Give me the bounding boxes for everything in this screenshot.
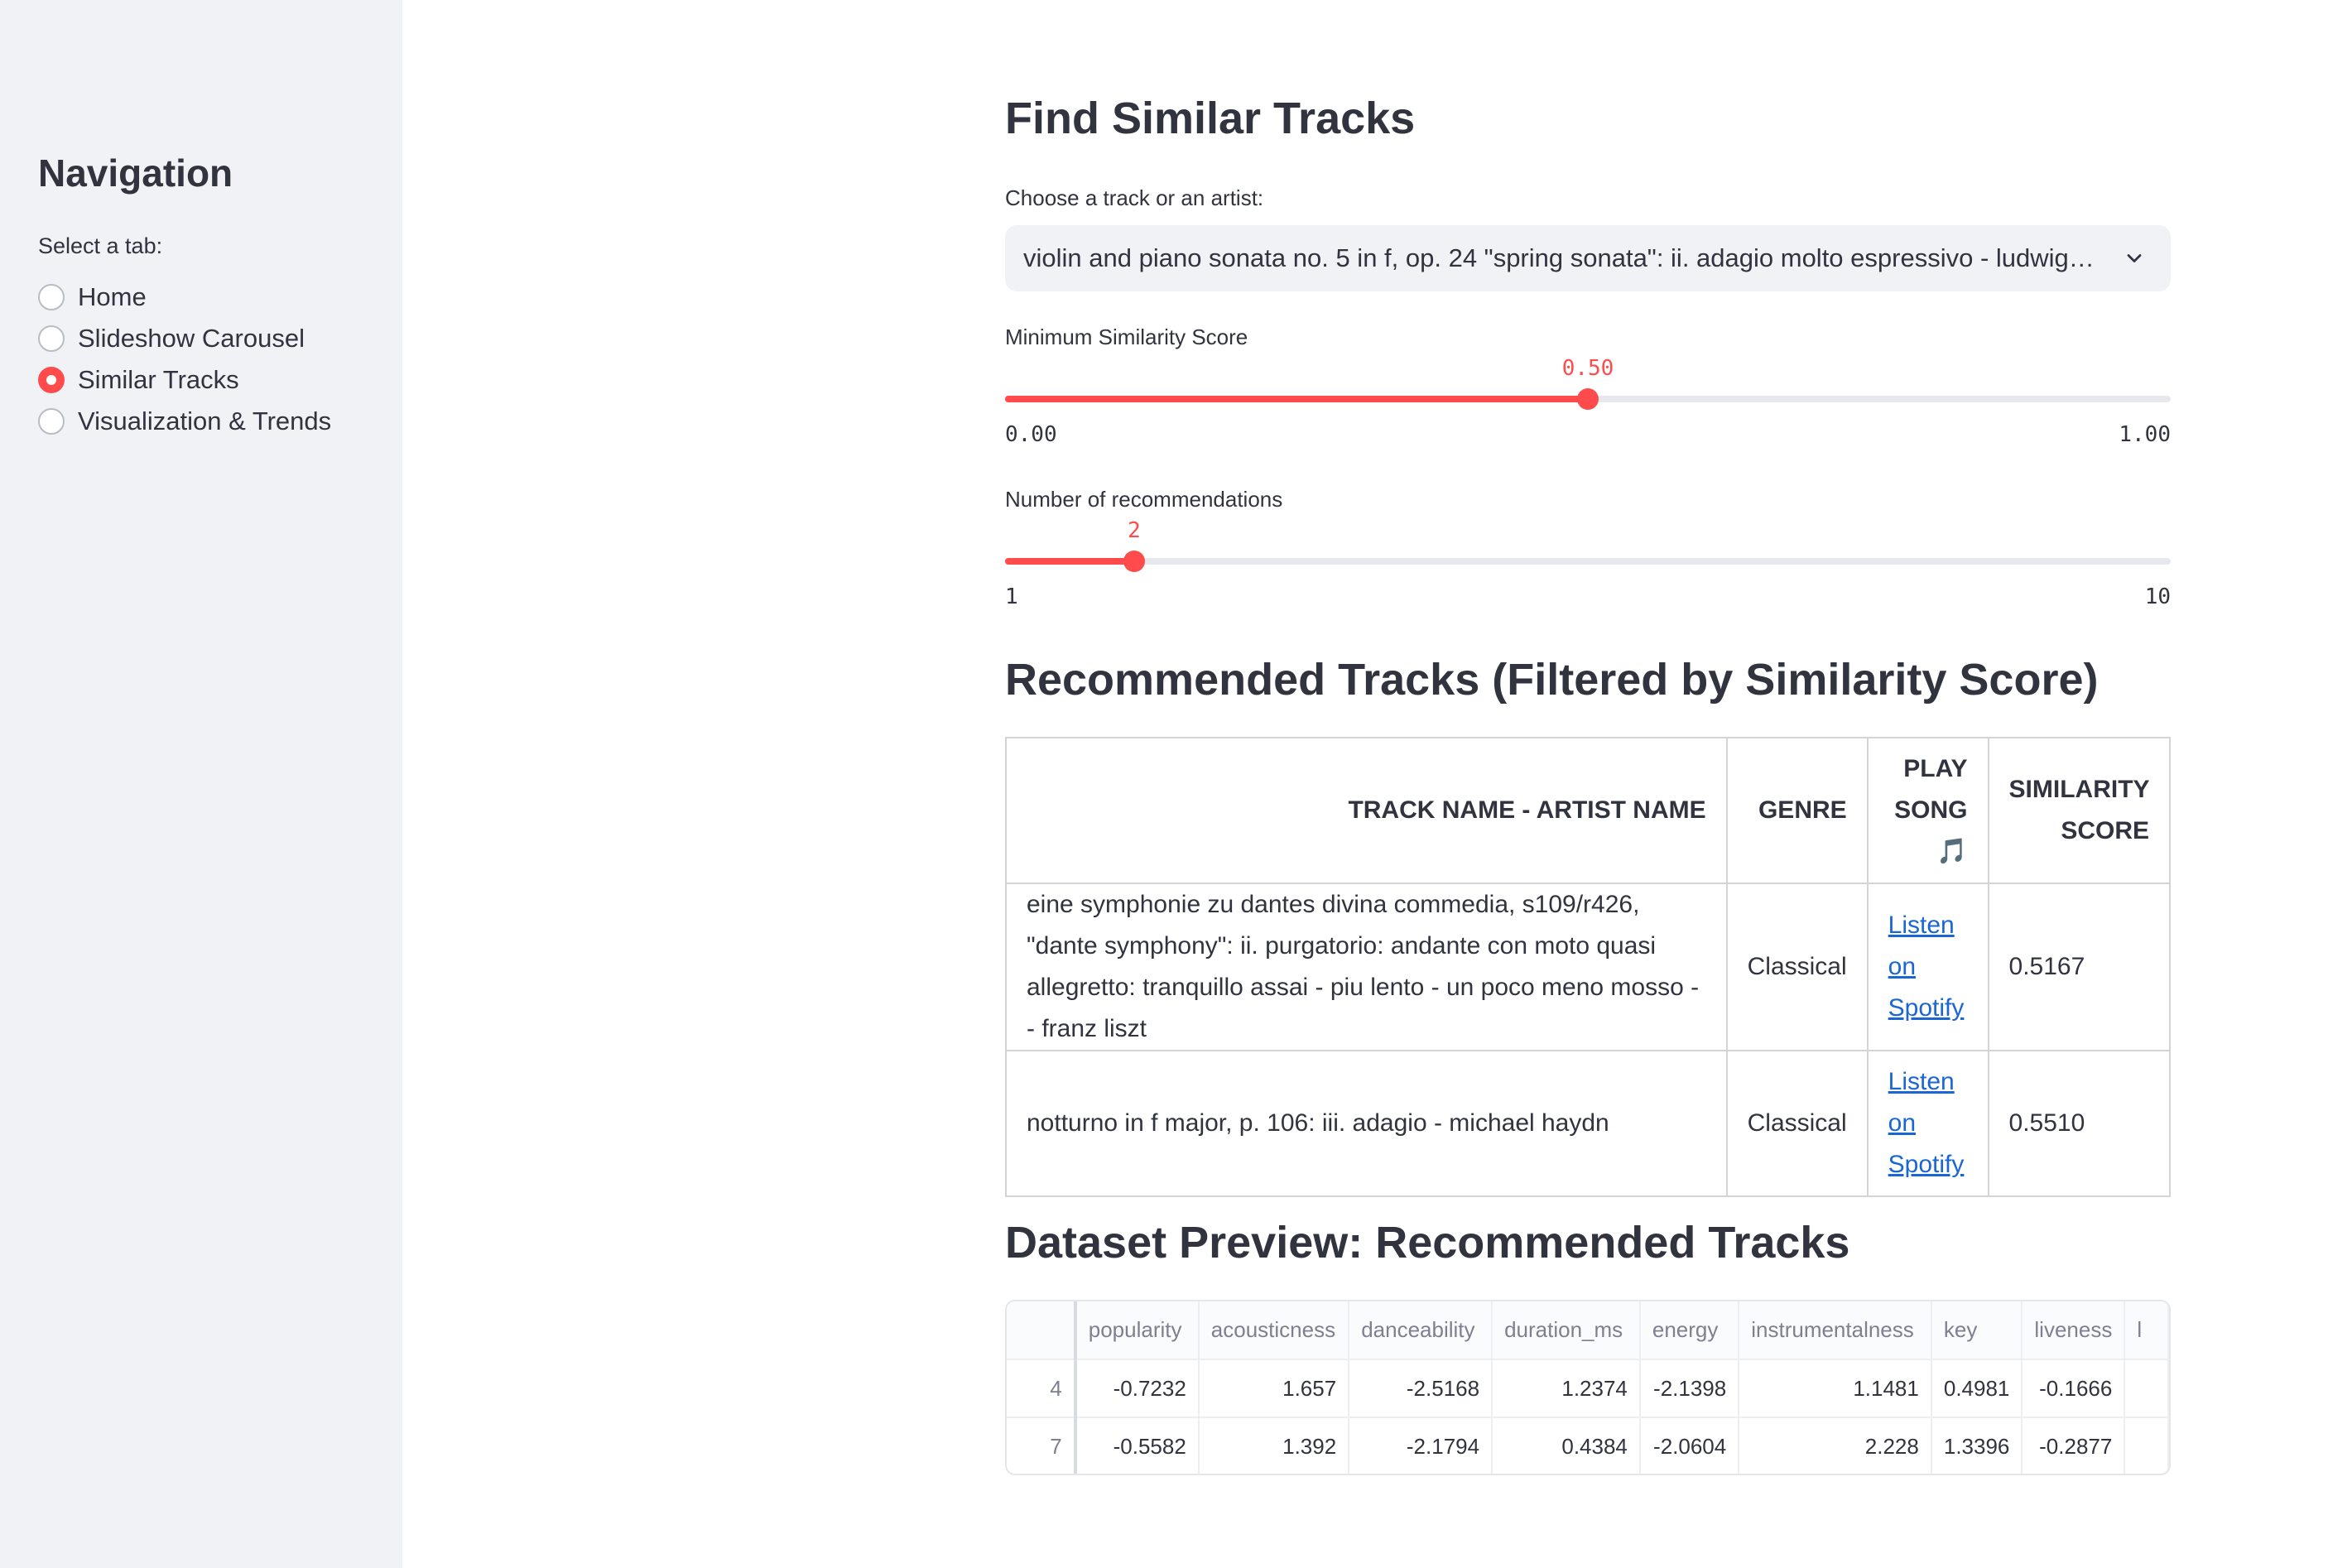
spotify-link[interactable]: Listen on Spotify [1888, 911, 1965, 1022]
similarity-slider-label: Minimum Similarity Score [1005, 325, 1248, 349]
row-index: 7 [1007, 1417, 1077, 1474]
genre-cell: Classical [1725, 1050, 1869, 1197]
track-cell: notturno in f major, p. 106: iii. adagio… [1005, 1050, 1728, 1197]
table-header-row: Track Name - Artist Name Genre Play Song… [1005, 737, 2172, 884]
column-header[interactable]: duration_ms [1492, 1301, 1641, 1360]
table-row: eine symphonie zu dantes divina commedia… [1005, 883, 2172, 1051]
cell[interactable]: 2.228 [1739, 1417, 1932, 1474]
dataframe-table: popularity acousticness danceability dur… [1007, 1301, 2169, 1474]
column-header[interactable]: danceability [1349, 1301, 1493, 1360]
cell[interactable]: -0.7232 [1075, 1359, 1200, 1418]
slider-fill [1005, 396, 1588, 402]
score-cell: 0.5510 [1987, 1050, 2172, 1197]
recommendations-table: Track Name - Artist Name Genre Play Song… [1005, 737, 2172, 1197]
column-header-genre: Genre [1725, 737, 1869, 884]
similarity-slider-max: 1.00 [2119, 422, 2171, 447]
cell[interactable]: -0.5582 [1075, 1417, 1200, 1474]
radio-option-label: Home [78, 282, 147, 311]
radio-option-label: Slideshow Carousel [78, 324, 305, 353]
track-select-value: violin and piano sonata no. 5 in f, op. … [1023, 243, 2100, 272]
cell[interactable] [2124, 1417, 2169, 1474]
column-header[interactable]: energy [1639, 1301, 1740, 1360]
similarity-slider-min: 0.00 [1005, 422, 1057, 447]
column-header[interactable]: popularity [1075, 1301, 1200, 1360]
count-slider-max: 10 [2144, 584, 2171, 609]
track-select[interactable]: violin and piano sonata no. 5 in f, op. … [1005, 225, 2171, 291]
similarity-slider[interactable] [1005, 381, 2171, 414]
column-header-similarity-score: Similarity Score [1987, 737, 2172, 884]
cell[interactable]: 1.2374 [1492, 1359, 1641, 1418]
slider-fill [1005, 558, 1134, 565]
radio-button-icon[interactable] [38, 284, 65, 310]
count-slider-value: 2 [1128, 518, 1141, 543]
cell[interactable]: 0.4981 [1931, 1359, 2023, 1418]
column-header[interactable]: liveness [2022, 1301, 2126, 1360]
cell[interactable]: -2.0604 [1639, 1417, 1740, 1474]
sidebar-title: Navigation [38, 152, 233, 195]
cell[interactable]: -2.1794 [1349, 1417, 1493, 1474]
row-index: 4 [1007, 1359, 1077, 1418]
tab-radio-group: Home Slideshow Carousel Similar Tracks V… [38, 277, 331, 442]
column-header[interactable]: key [1931, 1301, 2023, 1360]
dataframe-header-row: popularity acousticness danceability dur… [1007, 1301, 2169, 1360]
radio-button-icon[interactable] [38, 408, 65, 435]
radio-option-label: Similar Tracks [78, 365, 239, 394]
column-header-play-song: Play Song 🎵 [1866, 737, 1989, 884]
cell[interactable] [2124, 1359, 2169, 1418]
radio-button-icon[interactable] [38, 325, 65, 352]
radio-button-selected-icon[interactable] [38, 367, 65, 393]
dataset-preview-dataframe[interactable]: popularity acousticness danceability dur… [1005, 1300, 2171, 1475]
radio-option-similar-tracks[interactable]: Similar Tracks [38, 359, 331, 401]
cell[interactable]: 1.3396 [1931, 1417, 2023, 1474]
radio-option-slideshow-carousel[interactable]: Slideshow Carousel [38, 318, 331, 359]
count-slider-min: 1 [1005, 584, 1018, 609]
column-header[interactable]: acousticness [1198, 1301, 1350, 1360]
dataset-preview-heading: Dataset Preview: Recommended Tracks [1005, 1218, 1850, 1267]
cell[interactable]: 1.392 [1198, 1417, 1350, 1474]
similarity-slider-value: 0.50 [1561, 356, 1614, 381]
slider-track [1005, 558, 2171, 565]
cell[interactable]: 1.657 [1198, 1359, 1350, 1418]
select-label: Choose a track or an artist: [1005, 185, 1264, 210]
slider-thumb[interactable] [1577, 388, 1599, 410]
spotify-link[interactable]: Listen on Spotify [1888, 1068, 1965, 1178]
table-row: notturno in f major, p. 106: iii. adagio… [1005, 1050, 2172, 1197]
count-slider[interactable] [1005, 543, 2171, 576]
chevron-down-icon [2127, 254, 2142, 262]
radio-group-label: Select a tab: [38, 233, 163, 258]
play-cell: Listen on Spotify [1866, 883, 1989, 1051]
radio-option-visualization-trends[interactable]: Visualization & Trends [38, 401, 331, 442]
page-title: Find Similar Tracks [1005, 94, 1416, 143]
play-cell: Listen on Spotify [1866, 1050, 1989, 1197]
cell[interactable]: -0.1666 [2022, 1359, 2126, 1418]
slider-thumb[interactable] [1123, 551, 1145, 572]
cell[interactable]: -0.2877 [2022, 1417, 2126, 1474]
radio-option-label: Visualization & Trends [78, 406, 332, 435]
score-cell: 0.5167 [1987, 883, 2172, 1051]
column-header-track: Track Name - Artist Name [1005, 737, 1728, 884]
dataframe-row: 4 -0.7232 1.657 -2.5168 1.2374 -2.1398 1… [1007, 1359, 2169, 1418]
cell[interactable]: 1.1481 [1739, 1359, 1932, 1418]
genre-cell: Classical [1725, 883, 1869, 1051]
cell[interactable]: 0.4384 [1492, 1417, 1641, 1474]
index-header [1007, 1301, 1077, 1360]
cell[interactable]: -2.5168 [1349, 1359, 1493, 1418]
count-slider-label: Number of recommendations [1005, 487, 1283, 512]
track-cell: eine symphonie zu dantes divina commedia… [1005, 883, 1728, 1051]
recommended-tracks-heading: Recommended Tracks (Filtered by Similari… [1005, 655, 2099, 705]
column-header[interactable]: l [2124, 1301, 2169, 1360]
column-header[interactable]: instrumentalness [1739, 1301, 1932, 1360]
radio-option-home[interactable]: Home [38, 277, 331, 318]
cell[interactable]: -2.1398 [1639, 1359, 1740, 1418]
dataframe-row: 7 -0.5582 1.392 -2.1794 0.4384 -2.0604 2… [1007, 1417, 2169, 1474]
sidebar: Navigation Select a tab: Home Slideshow … [0, 0, 402, 1568]
